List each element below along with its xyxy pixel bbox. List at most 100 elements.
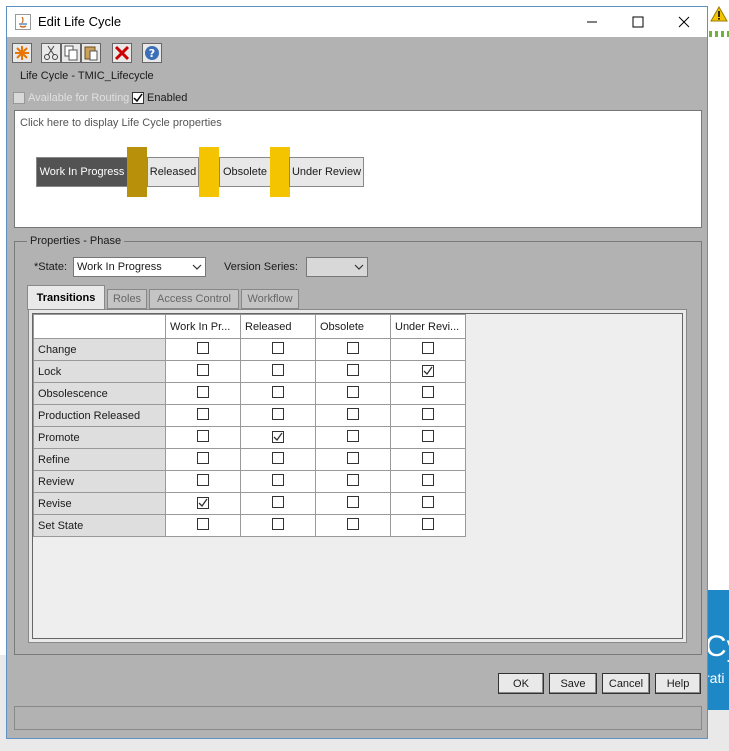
transition-checkbox[interactable] xyxy=(347,518,359,530)
svg-text:?: ? xyxy=(149,47,155,60)
enabled-checkbox[interactable]: Enabled xyxy=(132,92,187,104)
transition-checkbox[interactable] xyxy=(422,342,434,354)
transition-checkbox[interactable] xyxy=(422,386,434,398)
transition-checkbox[interactable] xyxy=(422,408,434,420)
transition-checkbox[interactable] xyxy=(197,518,209,530)
enabled-label: Enabled xyxy=(147,92,188,104)
lifecycle-diagram-panel[interactable]: Click here to display Life Cycle propert… xyxy=(14,110,702,228)
transition-checkbox[interactable] xyxy=(422,474,434,486)
phase-transition-bar[interactable] xyxy=(199,147,219,197)
transition-checkbox[interactable] xyxy=(197,408,209,420)
transition-checkbox[interactable] xyxy=(197,364,209,376)
help-icon: ? xyxy=(145,46,159,60)
table-row: Lock xyxy=(33,360,466,383)
transition-cell xyxy=(240,404,316,427)
table-row: Refine xyxy=(33,448,466,471)
minimize-icon xyxy=(587,21,597,23)
column-header[interactable]: Obsolete xyxy=(315,314,391,339)
transition-cell xyxy=(165,514,241,537)
transition-checkbox[interactable] xyxy=(422,496,434,508)
column-header[interactable]: Released xyxy=(240,314,316,339)
help-button[interactable]: Help xyxy=(655,673,701,694)
transitions-grid-area: Work In Pr... Released Obsolete Under Re… xyxy=(32,313,683,639)
transition-checkbox[interactable] xyxy=(272,386,284,398)
transition-checkbox[interactable] xyxy=(347,342,359,354)
transition-checkbox[interactable] xyxy=(422,430,434,442)
transition-checkbox[interactable] xyxy=(272,518,284,530)
tab-workflow[interactable]: Workflow xyxy=(241,289,299,309)
available-for-routing-checkbox[interactable]: Available for Routing xyxy=(13,92,129,104)
row-header: Set State xyxy=(33,514,166,537)
phase-under-review[interactable]: Under Review xyxy=(289,157,364,187)
maximize-button[interactable] xyxy=(615,7,661,37)
transition-checkbox[interactable] xyxy=(347,430,359,442)
help-toolbar-button[interactable]: ? xyxy=(142,43,162,63)
delete-button[interactable] xyxy=(112,43,132,63)
copy-button[interactable] xyxy=(61,43,81,63)
transition-checkbox[interactable] xyxy=(197,452,209,464)
close-button[interactable] xyxy=(661,7,707,37)
transition-checkbox[interactable] xyxy=(272,474,284,486)
transition-checkbox[interactable] xyxy=(347,408,359,420)
transition-checkbox[interactable] xyxy=(197,386,209,398)
transition-checkbox[interactable] xyxy=(197,430,209,442)
title-bar: Edit Life Cycle xyxy=(7,7,707,37)
available-for-routing-label: Available for Routing xyxy=(28,92,130,104)
transition-cell xyxy=(240,338,316,361)
transition-checkbox[interactable] xyxy=(422,364,434,377)
lifecycle-properties-hint[interactable]: Click here to display Life Cycle propert… xyxy=(20,117,222,129)
new-button[interactable] xyxy=(12,43,32,63)
transition-cell xyxy=(390,426,466,449)
transition-checkbox[interactable] xyxy=(197,342,209,354)
transition-cell xyxy=(165,470,241,493)
table-row: Change xyxy=(33,338,466,361)
transition-checkbox[interactable] xyxy=(422,518,434,530)
column-header[interactable]: Under Revi... xyxy=(390,314,466,339)
transition-checkbox[interactable] xyxy=(347,452,359,464)
transition-checkbox[interactable] xyxy=(347,496,359,508)
transition-checkbox[interactable] xyxy=(347,364,359,376)
transition-checkbox[interactable] xyxy=(272,342,284,354)
phase-transition-bar[interactable] xyxy=(127,147,147,197)
transition-checkbox[interactable] xyxy=(197,474,209,486)
checkmark-icon xyxy=(133,93,143,103)
transition-checkbox[interactable] xyxy=(272,496,284,508)
version-series-dropdown[interactable] xyxy=(306,257,368,277)
ok-button[interactable]: OK xyxy=(498,673,544,694)
phase-work-in-progress[interactable]: Work In Progress xyxy=(36,157,128,187)
version-series-label: Version Series: xyxy=(224,261,298,273)
row-header: Revise xyxy=(33,492,166,515)
transitions-tab-panel: Work In Pr... Released Obsolete Under Re… xyxy=(28,309,687,643)
minimize-button[interactable] xyxy=(569,7,615,37)
tab-transitions[interactable]: Transitions xyxy=(27,285,105,310)
transition-checkbox[interactable] xyxy=(347,474,359,486)
checkmark-icon xyxy=(273,432,283,441)
save-button[interactable]: Save xyxy=(549,673,597,694)
cancel-button[interactable]: Cancel xyxy=(602,673,650,694)
lifecycle-name-label: Life Cycle - TMIC_Lifecycle xyxy=(20,70,154,82)
transition-cell xyxy=(240,514,316,537)
tab-access-control[interactable]: Access Control xyxy=(149,289,239,309)
transition-checkbox[interactable] xyxy=(422,452,434,464)
transition-cell xyxy=(315,426,391,449)
transition-checkbox[interactable] xyxy=(197,496,209,509)
transition-cell xyxy=(240,382,316,405)
transition-cell xyxy=(165,492,241,515)
cut-button[interactable] xyxy=(41,43,61,63)
transition-cell xyxy=(390,448,466,471)
transition-checkbox[interactable] xyxy=(347,386,359,398)
transition-checkbox[interactable] xyxy=(272,408,284,420)
phase-obsolete[interactable]: Obsolete xyxy=(219,157,271,187)
row-header: Change xyxy=(33,338,166,361)
tab-roles[interactable]: Roles xyxy=(107,289,147,309)
state-dropdown[interactable]: Work In Progress xyxy=(73,257,206,277)
paste-button[interactable] xyxy=(81,43,101,63)
phase-released[interactable]: Released xyxy=(147,157,199,187)
table-row: Production Released xyxy=(33,404,466,427)
transition-checkbox[interactable] xyxy=(272,430,284,443)
transition-checkbox[interactable] xyxy=(272,364,284,376)
phase-transition-bar[interactable] xyxy=(270,147,290,197)
transition-checkbox[interactable] xyxy=(272,452,284,464)
column-header[interactable]: Work In Pr... xyxy=(165,314,241,339)
transition-cell xyxy=(390,338,466,361)
